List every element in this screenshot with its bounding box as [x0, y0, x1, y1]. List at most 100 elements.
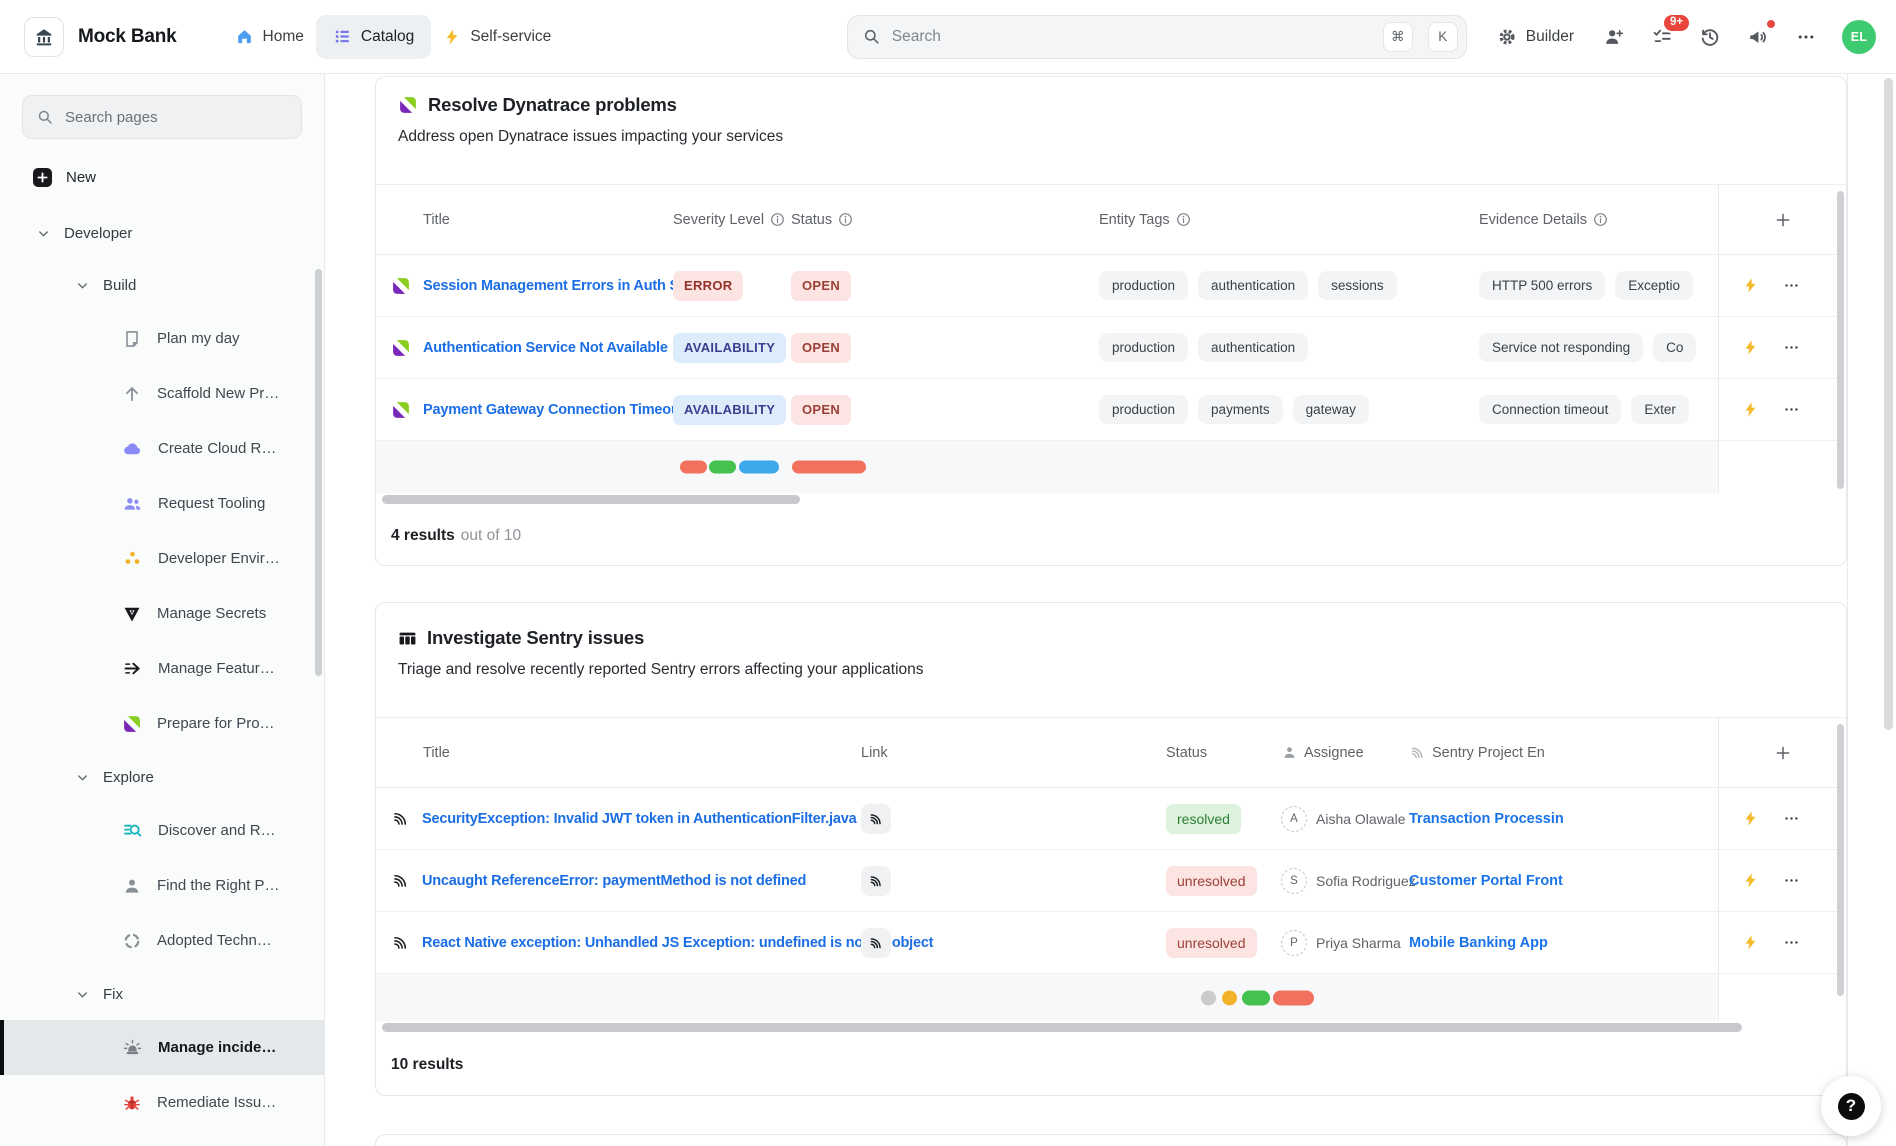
sidebar-search-input[interactable]: Search pages: [22, 95, 302, 139]
table-vertical-scrollbar[interactable]: [1837, 191, 1844, 489]
search-icon: [36, 108, 54, 126]
history-button[interactable]: [1690, 17, 1730, 57]
brand-logo[interactable]: [24, 17, 64, 57]
sidebar-item-remediate-issues[interactable]: Remediate Issu…: [0, 1075, 324, 1130]
card-description: Address open Dynatrace issues impacting …: [398, 128, 1824, 146]
run-action-button[interactable]: [1742, 277, 1759, 294]
row-more-button[interactable]: [1783, 277, 1800, 294]
help-button[interactable]: ?: [1821, 1076, 1881, 1136]
status-badge: resolved: [1166, 804, 1241, 834]
sentry-results-footer: 10 results: [376, 1035, 1846, 1095]
column-evidence: Evidence Details: [1479, 212, 1587, 228]
add-column-button[interactable]: [1774, 211, 1792, 229]
status-badge: unresolved: [1166, 866, 1257, 896]
run-action-button[interactable]: [1742, 934, 1759, 951]
page-scrollbar[interactable]: [1884, 78, 1893, 730]
info-icon[interactable]: [838, 212, 853, 227]
run-action-button[interactable]: [1742, 339, 1759, 356]
kbd-k-key: K: [1428, 22, 1458, 52]
info-icon[interactable]: [1593, 212, 1608, 227]
row-more-button[interactable]: [1783, 872, 1800, 889]
nav-tab-home[interactable]: Home: [223, 15, 316, 59]
sentry-external-link-button[interactable]: [861, 866, 891, 896]
row-more-button[interactable]: [1783, 810, 1800, 827]
row-more-button[interactable]: [1783, 934, 1800, 951]
sidebar-item-prepare-for-production[interactable]: Prepare for Pro…: [0, 696, 324, 751]
announcements-dot: [1766, 19, 1776, 29]
sidebar-item-discover-and-research[interactable]: Discover and R…: [0, 803, 324, 858]
sentry-project-link[interactable]: Customer Portal Front: [1409, 873, 1563, 889]
issue-title-link[interactable]: SecurityException: Invalid JWT token in …: [422, 811, 856, 827]
row-more-button[interactable]: [1783, 401, 1800, 418]
question-mark-icon: ?: [1838, 1093, 1865, 1120]
new-page-button[interactable]: New: [33, 157, 324, 197]
invite-user-button[interactable]: [1594, 17, 1634, 57]
sidebar-item-adopted-technologies[interactable]: Adopted Techn…: [0, 913, 324, 968]
sidebar-item-manage-features[interactable]: Manage Featur…: [0, 641, 324, 696]
actions-column: [1718, 718, 1846, 1021]
dynatrace-card-header: Resolve Dynatrace problems Address open …: [376, 77, 1846, 185]
horizontal-scrollbar-thumb[interactable]: [382, 1023, 1742, 1032]
sidebar-item-find-the-right-person[interactable]: Find the Right P…: [0, 858, 324, 913]
table-row: Payment Gateway Connection Timeout AVAIL…: [376, 379, 1846, 441]
column-assignee: Assignee: [1304, 745, 1364, 761]
sidebar-item-developer-environments[interactable]: Developer Envir…: [0, 531, 324, 586]
segmented-circle-icon: [122, 931, 142, 951]
brand-name: Mock Bank: [78, 26, 177, 48]
entity-tag: production: [1099, 395, 1188, 424]
dots-triangle-icon: [122, 548, 143, 569]
table-row: React Native exception: Unhandled JS Exc…: [376, 912, 1846, 974]
peek-pill: [792, 461, 866, 474]
table-vertical-scrollbar[interactable]: [1837, 724, 1844, 996]
sentry-external-link-button[interactable]: [861, 928, 891, 958]
sidebar-item-manage-secrets[interactable]: Manage Secrets: [0, 586, 324, 641]
run-action-button[interactable]: [1742, 872, 1759, 889]
main-content: Resolve Dynatrace problems Address open …: [325, 74, 1848, 1146]
sentry-card-header: Investigate Sentry issues Triage and res…: [376, 603, 1846, 718]
sidebar-section-developer[interactable]: Developer: [0, 207, 324, 259]
nav-tab-self-service[interactable]: Self-service: [431, 15, 563, 59]
announcements-button[interactable]: [1738, 17, 1778, 57]
card-title: Resolve Dynatrace problems: [428, 94, 677, 116]
sidebar-section-build[interactable]: Build: [0, 259, 324, 311]
sidebar-section-explore[interactable]: Explore: [0, 751, 324, 803]
run-action-button[interactable]: [1742, 401, 1759, 418]
dynatrace-icon: [391, 276, 411, 296]
table-row: SecurityException: Invalid JWT token in …: [376, 788, 1846, 850]
sidebar-item-create-cloud-resource[interactable]: Create Cloud R…: [0, 421, 324, 476]
sidebar-item-manage-incidents[interactable]: Manage incide…: [0, 1020, 324, 1075]
more-menu-button[interactable]: [1786, 17, 1826, 57]
problem-title-link[interactable]: Payment Gateway Connection Timeout: [423, 402, 684, 418]
tasks-button[interactable]: 9+: [1642, 17, 1682, 57]
add-column-button[interactable]: [1774, 744, 1792, 762]
entity-tag: payments: [1198, 395, 1283, 424]
builder-button[interactable]: Builder: [1485, 15, 1586, 59]
issue-title-link[interactable]: Uncaught ReferenceError: paymentMethod i…: [422, 873, 806, 889]
sentry-project-link[interactable]: Transaction Processin: [1409, 811, 1564, 827]
search-lines-icon: [122, 820, 143, 841]
info-icon[interactable]: [770, 212, 785, 227]
run-action-button[interactable]: [1742, 810, 1759, 827]
nav-tab-catalog[interactable]: Catalog: [316, 15, 431, 59]
dynatrace-icon: [122, 714, 142, 734]
info-icon[interactable]: [1176, 212, 1191, 227]
status-badge: OPEN: [791, 271, 851, 301]
user-avatar[interactable]: EL: [1842, 20, 1876, 54]
peek-pill: [1273, 990, 1314, 1005]
problem-title-link[interactable]: Authentication Service Not Available: [423, 340, 668, 356]
global-search-input[interactable]: Search ⌘ K: [847, 15, 1467, 59]
sentry-external-link-button[interactable]: [861, 804, 891, 834]
sidebar-scrollbar[interactable]: [315, 269, 322, 676]
horizontal-scrollbar-thumb[interactable]: [382, 495, 800, 504]
column-link: Link: [861, 745, 888, 761]
history-icon: [1699, 26, 1721, 48]
issue-title-link[interactable]: React Native exception: Unhandled JS Exc…: [422, 935, 933, 951]
sidebar-section-fix[interactable]: Fix: [0, 968, 324, 1020]
row-more-button[interactable]: [1783, 339, 1800, 356]
sentry-project-link[interactable]: Mobile Banking App: [1409, 935, 1548, 951]
evidence-pill: Co: [1653, 333, 1696, 362]
sidebar-item-scaffold-new-project[interactable]: Scaffold New Pr…: [0, 366, 324, 421]
sidebar-item-plan-my-day[interactable]: Plan my day: [0, 311, 324, 366]
sidebar-item-request-tooling[interactable]: Request Tooling: [0, 476, 324, 531]
table-row: Session Management Errors in Auth Servic…: [376, 255, 1846, 317]
